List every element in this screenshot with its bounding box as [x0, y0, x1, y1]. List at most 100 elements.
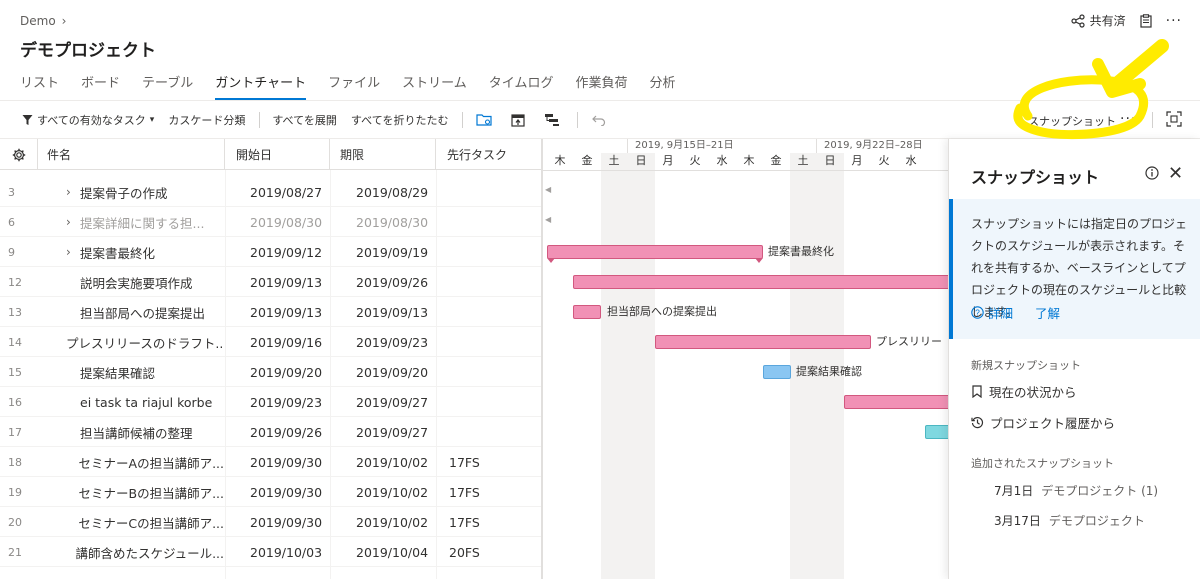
task-bar-row14[interactable] [655, 335, 871, 349]
due-date[interactable]: 2019/09/27 [356, 387, 436, 417]
task-name[interactable]: 講師含めたスケジュール... [66, 537, 224, 567]
start-date[interactable]: 2019/09/12 [250, 237, 350, 267]
due-date[interactable]: 2019/09/23 [356, 327, 436, 357]
tab-gantt[interactable]: ガントチャート [204, 66, 317, 100]
task-name[interactable]: ei task ta riajul korbe [66, 387, 224, 417]
predecessor[interactable]: 17FS [449, 447, 529, 477]
summary-bar-row9[interactable] [547, 245, 763, 259]
task-name[interactable]: セミナーBの担当講師ア... [66, 477, 225, 507]
undo-icon[interactable] [590, 111, 608, 129]
predecessor[interactable] [449, 267, 529, 297]
start-date[interactable]: 2019/09/30 [250, 447, 350, 477]
table-row[interactable]: 6 › 提案詳細に関する担... 2019/08/30 2019/08/30 [0, 207, 541, 237]
collapse-all-button[interactable]: すべてを折りたたむ [351, 112, 449, 128]
due-date[interactable]: 2019/08/30 [356, 207, 436, 237]
task-name[interactable]: › 提案詳細に関する担... [66, 207, 224, 237]
info-icon[interactable] [1145, 165, 1159, 184]
table-row[interactable]: 3 › 提案骨子の作成 2019/08/27 2019/08/29 [0, 177, 541, 207]
share-button[interactable]: 共有済 [1071, 12, 1126, 29]
task-name[interactable]: セミナーAの担当講師ア... [66, 447, 224, 477]
due-date[interactable]: 2019/10/02 [356, 477, 436, 507]
predecessor[interactable] [449, 177, 529, 207]
task-name[interactable]: 担当講師候補の整理 [66, 417, 224, 447]
predecessor[interactable] [449, 297, 529, 327]
table-row[interactable]: 20 セミナーCの担当講師ア... 2019/09/30 2019/10/02 17FS [0, 507, 541, 537]
fullscreen-icon[interactable] [1166, 111, 1182, 131]
predecessor[interactable] [449, 417, 529, 447]
tab-analytics[interactable]: 分析 [639, 66, 687, 100]
tab-files[interactable]: ファイル [317, 66, 391, 100]
offscreen-left-icon[interactable]: ◀ [545, 215, 551, 224]
expand-chevron-icon[interactable]: › [66, 215, 80, 229]
start-date[interactable]: 2019/09/13 [250, 297, 350, 327]
column-header-predecessor[interactable]: 先行タスク [436, 139, 541, 170]
details-link[interactable]: ? 詳細 [971, 303, 1013, 322]
column-header-name[interactable]: 件名 [38, 139, 225, 170]
due-date[interactable]: 2019/09/27 [356, 417, 436, 447]
table-row[interactable]: 9 › 提案書最終化 2019/09/12 2019/09/19 [0, 237, 541, 267]
tab-timelog[interactable]: タイムログ [478, 66, 565, 100]
start-date[interactable]: 2019/09/13 [250, 267, 350, 297]
task-bar-row17[interactable] [925, 425, 948, 439]
table-row[interactable]: 18 セミナーAの担当講師ア... 2019/09/30 2019/10/02 17FS [0, 447, 541, 477]
task-bar-row15[interactable] [763, 365, 791, 379]
predecessor[interactable] [449, 327, 529, 357]
due-date[interactable]: 2019/10/04 [356, 537, 436, 567]
table-row[interactable]: 21 講師含めたスケジュール... 2019/10/03 2019/10/04 20FS [0, 537, 541, 567]
more-menu-button[interactable]: ··· [1166, 13, 1182, 29]
task-bar-row13[interactable] [573, 305, 601, 319]
clipboard-icon[interactable] [1140, 13, 1152, 28]
start-date[interactable]: 2019/09/23 [250, 387, 350, 417]
snapshot-item[interactable]: 7月1日 デモプロジェクト (1) [994, 482, 1158, 499]
task-name[interactable]: セミナーCの担当講師ア... [66, 507, 224, 537]
task-name[interactable]: › 提案骨子の作成 [66, 177, 224, 207]
task-name[interactable]: プレスリリースのドラフト... [66, 327, 224, 357]
tab-table[interactable]: テーブル [131, 66, 204, 100]
task-bar-row12[interactable] [573, 275, 948, 289]
critical-path-icon[interactable] [543, 111, 561, 129]
due-date[interactable]: 2019/10/02 [356, 507, 436, 537]
start-date[interactable]: 2019/09/20 [250, 357, 350, 387]
filter-dropdown[interactable]: すべての有効なタスク ▾ [22, 112, 154, 128]
due-date[interactable]: 2019/09/19 [356, 237, 436, 267]
predecessor[interactable]: 20FS [449, 537, 529, 567]
predecessor[interactable] [449, 357, 529, 387]
expand-chevron-icon[interactable]: › [66, 185, 80, 199]
snapshot-from-history[interactable]: プロジェクト履歴から [971, 413, 1115, 432]
start-date[interactable]: 2019/09/26 [250, 417, 350, 447]
task-bar-row16[interactable] [844, 395, 948, 409]
start-date[interactable]: 2019/08/27 [250, 177, 350, 207]
predecessor[interactable]: 17FS [449, 477, 529, 507]
expand-all-button[interactable]: すべてを展開 [272, 112, 337, 128]
column-settings-button[interactable] [0, 139, 38, 170]
snapshot-from-current[interactable]: 現在の状況から [971, 382, 1077, 401]
start-date[interactable]: 2019/09/30 [250, 507, 350, 537]
start-date[interactable]: 2019/10/03 [250, 537, 350, 567]
due-date[interactable]: 2019/09/26 [356, 267, 436, 297]
tab-stream[interactable]: ストリーム [391, 66, 478, 100]
offscreen-left-icon[interactable]: ◀ [545, 185, 551, 194]
task-name[interactable]: › 提案書最終化 [66, 237, 224, 267]
close-icon[interactable]: ✕ [1168, 163, 1183, 184]
task-name[interactable]: 説明会実施要項作成 [66, 267, 224, 297]
toolbar-more-button[interactable]: ··· [1120, 111, 1136, 127]
start-date[interactable]: 2019/08/30 [250, 207, 350, 237]
column-header-end[interactable]: 期限 [330, 139, 436, 170]
due-date[interactable]: 2019/09/20 [356, 357, 436, 387]
table-row[interactable]: 17 担当講師候補の整理 2019/09/26 2019/09/27 [0, 417, 541, 447]
predecessor[interactable]: 17FS [449, 507, 529, 537]
folder-settings-icon[interactable] [475, 111, 493, 129]
table-row[interactable]: 13 担当部局への提案提出 2019/09/13 2019/09/13 [0, 297, 541, 327]
predecessor[interactable] [449, 207, 529, 237]
breadcrumb[interactable]: Demo › [20, 14, 66, 28]
expand-chevron-icon[interactable]: › [66, 245, 80, 259]
start-date[interactable]: 2019/09/30 [250, 477, 350, 507]
due-date[interactable]: 2019/09/13 [356, 297, 436, 327]
snapshot-button[interactable]: スナップショット [1028, 113, 1116, 129]
due-date[interactable]: 2019/08/29 [356, 177, 436, 207]
column-header-start[interactable]: 開始日 [225, 139, 330, 170]
task-name[interactable]: 提案結果確認 [66, 357, 224, 387]
dismiss-link[interactable]: 了解 [1035, 303, 1060, 322]
tab-list[interactable]: リスト [20, 66, 70, 100]
cascade-sort-button[interactable]: カスケード分類 [168, 112, 245, 128]
